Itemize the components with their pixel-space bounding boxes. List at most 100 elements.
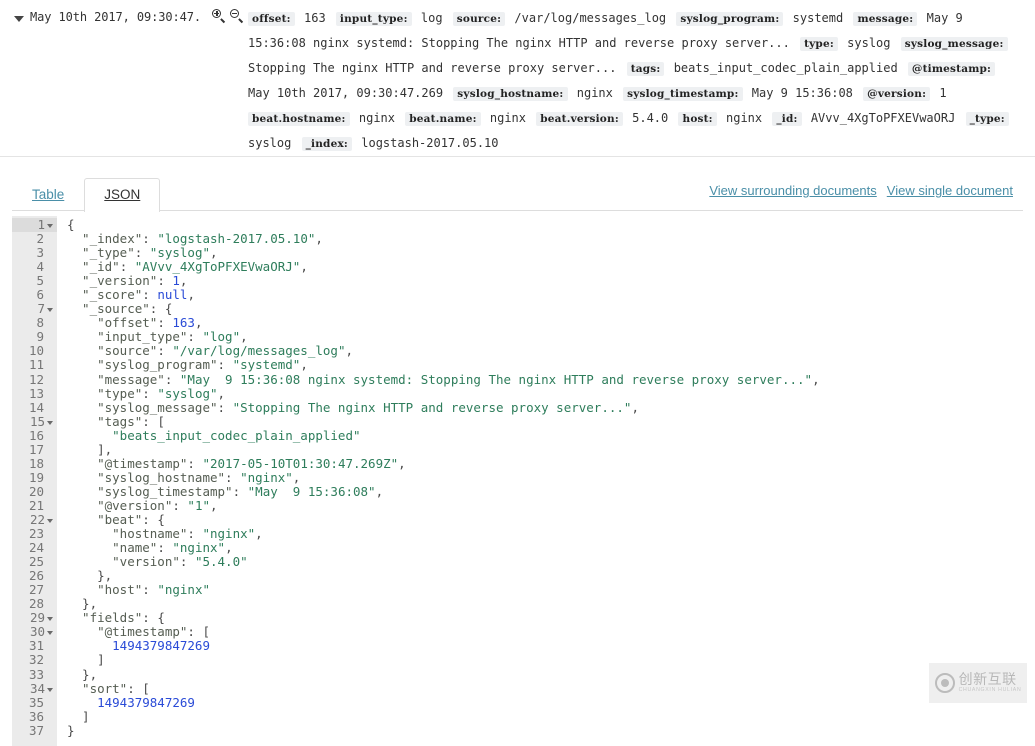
line-number: 14	[12, 400, 57, 415]
fold-toggle-icon[interactable]	[47, 308, 53, 313]
code-line: },	[67, 667, 1023, 682]
code-line: "syslog_timestamp": "May 9 15:36:08",	[67, 483, 1023, 499]
field-key: syslog_message:	[900, 37, 1008, 51]
json-token-k: "version"	[67, 554, 180, 570]
json-token-p: },	[67, 568, 113, 584]
json-token-p: ,	[255, 526, 263, 542]
json-token-p: :	[157, 540, 173, 556]
json-token-k: "type"	[67, 385, 143, 401]
json-token-s: "nginx"	[240, 469, 293, 485]
json-code-content[interactable]: { "_index": "logstash-2017.05.10", "_typ…	[57, 216, 1023, 746]
line-number-value: 30	[29, 624, 45, 640]
line-number-value: 6	[36, 287, 44, 303]
fold-toggle-icon[interactable]	[47, 420, 53, 425]
json-token-s: "nginx"	[172, 540, 226, 556]
magnify-minus-icon[interactable]	[230, 9, 245, 24]
json-token-p: ,	[812, 371, 820, 387]
field-value: 1	[932, 86, 947, 100]
code-line: "hostname": "nginx",	[67, 527, 1023, 541]
json-token-k: "_type"	[67, 245, 135, 261]
json-token-n: 1494379847269	[67, 694, 195, 710]
json-token-s: "log"	[202, 329, 241, 345]
code-line: "syslog_hostname": "nginx",	[67, 469, 1023, 485]
json-token-p: :	[179, 554, 195, 570]
json-token-s: "5.4.0"	[194, 554, 248, 570]
fold-toggle-icon[interactable]	[47, 224, 53, 228]
line-number: 32	[12, 653, 57, 667]
line-number: 12	[12, 372, 57, 387]
line-number: 35	[12, 694, 57, 710]
json-token-k: "syslog_timestamp"	[67, 483, 233, 499]
json-token-p: ,	[210, 497, 218, 513]
field-value: nginx	[569, 86, 621, 100]
json-token-n: 163	[172, 315, 195, 331]
tab-table[interactable]: Table	[12, 178, 84, 212]
json-token-k: "_index"	[67, 231, 143, 247]
field-value: nginx	[482, 111, 534, 125]
json-token-p: :	[164, 371, 180, 387]
code-line: },	[67, 569, 1023, 583]
line-number-value: 24	[28, 540, 44, 556]
line-number: 28	[12, 597, 57, 611]
json-token-p: :	[232, 483, 248, 499]
line-number-value: 3	[36, 245, 44, 261]
fold-toggle-icon[interactable]	[47, 617, 53, 622]
code-line: "@timestamp": "2017-05-10T01:30:47.269Z"…	[67, 455, 1023, 471]
line-number-gutter: 1 2 3 4 5 6 7 8 9 10 11 12 13 14 15 16 17 18 19 20 21 22 23 24 2…	[12, 216, 57, 746]
collapse-caret-icon[interactable]	[14, 16, 24, 22]
json-token-p: :	[142, 231, 158, 247]
fold-toggle-icon[interactable]	[47, 631, 53, 636]
json-token-n: null	[157, 287, 188, 303]
json-token-p: :	[187, 526, 203, 542]
line-number: 22	[12, 512, 57, 527]
line-number-value: 35	[28, 694, 44, 710]
json-token-s: "2017-05-10T01:30:47.269Z"	[202, 455, 399, 471]
json-token-p: ,	[345, 343, 353, 359]
code-line: "syslog_program": "systemd",	[67, 358, 1023, 372]
json-token-p: : {	[142, 610, 165, 626]
link-view-single-document[interactable]: View single document	[887, 183, 1013, 198]
code-line: "message": "May 9 15:36:08 nginx systemd…	[67, 371, 1023, 387]
detail-tabs-row: Table JSON View surrounding documents View…	[0, 171, 1035, 212]
line-number: 4	[12, 260, 57, 274]
magnify-plus-icon[interactable]	[212, 9, 227, 24]
document-field-summary: offset: 163 input_type: log source: /var…	[248, 6, 1027, 156]
line-number: 13	[12, 386, 57, 401]
line-number-value: 2	[36, 231, 44, 247]
line-number: 10	[12, 344, 57, 358]
json-token-k: "@timestamp"	[67, 624, 188, 640]
link-view-surrounding-documents[interactable]: View surrounding documents	[709, 183, 876, 198]
line-number: 16	[12, 428, 57, 443]
json-token-p: :	[142, 385, 158, 401]
line-number: 37	[12, 723, 57, 738]
line-number: 1	[12, 217, 57, 233]
watermark-logo-icon	[934, 673, 955, 693]
json-token-p: },	[67, 596, 98, 612]
fold-toggle-icon[interactable]	[47, 687, 53, 692]
json-token-k: "host"	[67, 582, 143, 598]
fold-toggle-icon[interactable]	[47, 518, 53, 523]
json-token-p: ],	[67, 441, 113, 457]
json-token-k: "syslog_program"	[67, 357, 218, 373]
code-line: "input_type": "log",	[67, 330, 1023, 344]
json-token-p: :	[217, 357, 233, 373]
field-value: /var/log/messages_log	[507, 11, 674, 25]
json-token-p: ,	[631, 399, 639, 415]
tab-json[interactable]: JSON	[84, 178, 161, 212]
code-line: "beat": {	[67, 512, 1023, 527]
json-token-p: :	[225, 469, 241, 485]
json-token-s: "syslog"	[157, 385, 218, 401]
field-key: input_type:	[335, 12, 412, 26]
line-number-value: 15	[29, 413, 45, 429]
expanded-document-header: May 10th 2017, 09:30:47. offset: 163 inp…	[0, 0, 1035, 157]
field-key: @timestamp:	[907, 62, 996, 76]
json-code-viewer[interactable]: 1 2 3 4 5 6 7 8 9 10 11 12 13 14 15 16 17 18 19 20 21 22 23 24 2…	[12, 216, 1023, 746]
code-line: 1494379847269	[67, 694, 1023, 710]
json-token-s: "nginx"	[157, 582, 211, 598]
